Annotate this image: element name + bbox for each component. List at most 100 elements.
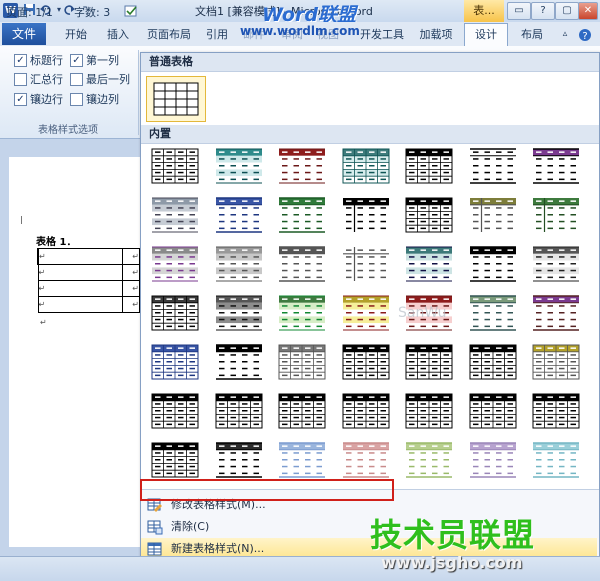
table-cell[interactable]: ↵ bbox=[37, 248, 123, 265]
table-style-swatch[interactable] bbox=[146, 439, 204, 481]
table-cell[interactable]: ↵ bbox=[122, 280, 140, 297]
table-style-swatch[interactable] bbox=[464, 341, 522, 383]
paragraph-mark: ↵ bbox=[40, 318, 47, 327]
table-style-swatch[interactable] bbox=[146, 341, 204, 383]
table-style-swatch[interactable] bbox=[337, 439, 395, 481]
plain-table-style-swatch[interactable] bbox=[146, 76, 206, 122]
first-column-label: 第一列 bbox=[86, 54, 119, 67]
table-style-swatch[interactable] bbox=[464, 194, 522, 236]
table-style-swatch[interactable] bbox=[273, 145, 331, 187]
table-style-swatch[interactable] bbox=[146, 194, 204, 236]
brand-url-watermark: www.jsgho.com bbox=[381, 553, 523, 572]
table-style-swatch[interactable] bbox=[210, 439, 268, 481]
minimize-button[interactable]: ▭ bbox=[507, 2, 531, 20]
ribbon-group-separator bbox=[138, 50, 139, 135]
table-style-swatch[interactable] bbox=[146, 243, 204, 285]
table-style-swatch[interactable] bbox=[273, 341, 331, 383]
table-style-swatch[interactable] bbox=[527, 390, 585, 432]
help-icon[interactable]: ? bbox=[576, 24, 594, 45]
header-row-label: 标题行 bbox=[30, 54, 63, 67]
last-column-checkbox[interactable] bbox=[70, 73, 83, 86]
table-style-swatch[interactable] bbox=[210, 341, 268, 383]
table-style-swatch[interactable] bbox=[146, 145, 204, 187]
table-clear-icon bbox=[147, 519, 163, 535]
table-style-swatch[interactable] bbox=[273, 243, 331, 285]
table-cell[interactable]: ↵ bbox=[122, 296, 140, 313]
table-style-swatch[interactable] bbox=[400, 390, 458, 432]
tab-design[interactable]: 设计 bbox=[464, 23, 508, 47]
table-style-swatch[interactable] bbox=[273, 390, 331, 432]
table-style-swatch[interactable] bbox=[464, 243, 522, 285]
total-row-checkbox[interactable] bbox=[14, 73, 27, 86]
minimize-ribbon-icon[interactable]: ▵ bbox=[556, 24, 574, 45]
table-style-swatch[interactable] bbox=[527, 243, 585, 285]
banded-rows-label: 镶边行 bbox=[30, 93, 63, 106]
banded-columns-label: 镶边列 bbox=[86, 93, 119, 106]
tab-insert[interactable]: 插入 bbox=[99, 24, 137, 45]
svg-text:?: ? bbox=[582, 31, 587, 42]
table-style-swatch[interactable] bbox=[337, 194, 395, 236]
table-style-swatch[interactable] bbox=[210, 194, 268, 236]
tab-references[interactable]: 引用 bbox=[199, 24, 235, 45]
maximize-button[interactable]: ▢ bbox=[555, 2, 579, 20]
table-style-swatch[interactable] bbox=[527, 341, 585, 383]
table-style-swatch[interactable] bbox=[146, 390, 204, 432]
close-button[interactable]: ✕ bbox=[578, 2, 598, 20]
page-count[interactable]: 页面: 1/1 bbox=[6, 4, 53, 20]
tab-developer[interactable]: 开发工具 bbox=[356, 24, 408, 45]
table-style-swatch[interactable] bbox=[464, 145, 522, 187]
tab-file[interactable]: 文件 bbox=[2, 23, 46, 45]
table-style-swatch[interactable] bbox=[400, 243, 458, 285]
table-tools-context-tab: 表... bbox=[464, 0, 504, 22]
table-caption: 表格 1． bbox=[36, 237, 77, 248]
table-style-swatch[interactable] bbox=[527, 194, 585, 236]
table-style-swatch[interactable] bbox=[337, 145, 395, 187]
proofing-icon[interactable] bbox=[124, 4, 138, 21]
table-style-swatch[interactable] bbox=[527, 292, 585, 334]
header-row-checkbox[interactable]: ✓ bbox=[14, 54, 27, 67]
table-style-swatch[interactable] bbox=[210, 145, 268, 187]
watermark-mid: SanWu bbox=[398, 305, 447, 321]
first-column-checkbox[interactable]: ✓ bbox=[70, 54, 83, 67]
word-count[interactable]: 字数: 3 bbox=[74, 4, 110, 20]
table-style-swatch[interactable] bbox=[273, 194, 331, 236]
table-style-swatch[interactable] bbox=[400, 439, 458, 481]
tab-home[interactable]: 开始 bbox=[56, 24, 96, 45]
table-style-swatch[interactable] bbox=[337, 341, 395, 383]
tab-page-layout[interactable]: 页面布局 bbox=[141, 24, 197, 45]
banded-rows-checkbox[interactable]: ✓ bbox=[14, 93, 27, 106]
table-cell[interactable]: ↵ bbox=[122, 264, 140, 281]
table-style-swatch[interactable] bbox=[527, 145, 585, 187]
table-style-swatch[interactable] bbox=[464, 292, 522, 334]
page-corner-mark bbox=[21, 216, 22, 224]
table-style-swatch[interactable] bbox=[527, 439, 585, 481]
table-style-swatch[interactable] bbox=[337, 243, 395, 285]
brand-watermark: 技术员联盟 bbox=[370, 516, 536, 554]
tab-layout[interactable]: 布局 bbox=[512, 24, 552, 45]
table-style-swatch[interactable] bbox=[210, 390, 268, 432]
table-style-swatch[interactable] bbox=[464, 439, 522, 481]
tab-addins[interactable]: 加载项 bbox=[415, 24, 457, 45]
table-cell[interactable]: ↵ bbox=[122, 248, 140, 265]
document-page[interactable] bbox=[9, 157, 140, 547]
table-cell[interactable]: ↵ bbox=[37, 280, 123, 297]
table-style-swatch[interactable] bbox=[273, 292, 331, 334]
table-style-swatch[interactable] bbox=[337, 390, 395, 432]
table-style-swatch[interactable] bbox=[400, 194, 458, 236]
table-style-swatch[interactable] bbox=[273, 439, 331, 481]
table-cell[interactable]: ↵ bbox=[37, 296, 123, 313]
table-style-swatch[interactable] bbox=[146, 292, 204, 334]
table-style-swatch[interactable] bbox=[210, 243, 268, 285]
table-style-swatch[interactable] bbox=[400, 145, 458, 187]
help-button[interactable]: ? bbox=[531, 2, 555, 20]
clear-table-style-label: 清除(C) bbox=[171, 520, 210, 533]
document-table[interactable]: ↵ ↵ ↵ ↵ ↵ ↵ ↵ ↵ bbox=[37, 248, 140, 313]
table-style-swatch[interactable] bbox=[337, 292, 395, 334]
table-style-swatch[interactable] bbox=[400, 341, 458, 383]
last-column-label: 最后一列 bbox=[86, 73, 130, 86]
plain-tables-section-header: 普通表格 bbox=[141, 53, 599, 72]
table-cell[interactable]: ↵ bbox=[37, 264, 123, 281]
banded-columns-checkbox[interactable] bbox=[70, 93, 83, 106]
table-style-swatch[interactable] bbox=[210, 292, 268, 334]
table-style-swatch[interactable] bbox=[464, 390, 522, 432]
